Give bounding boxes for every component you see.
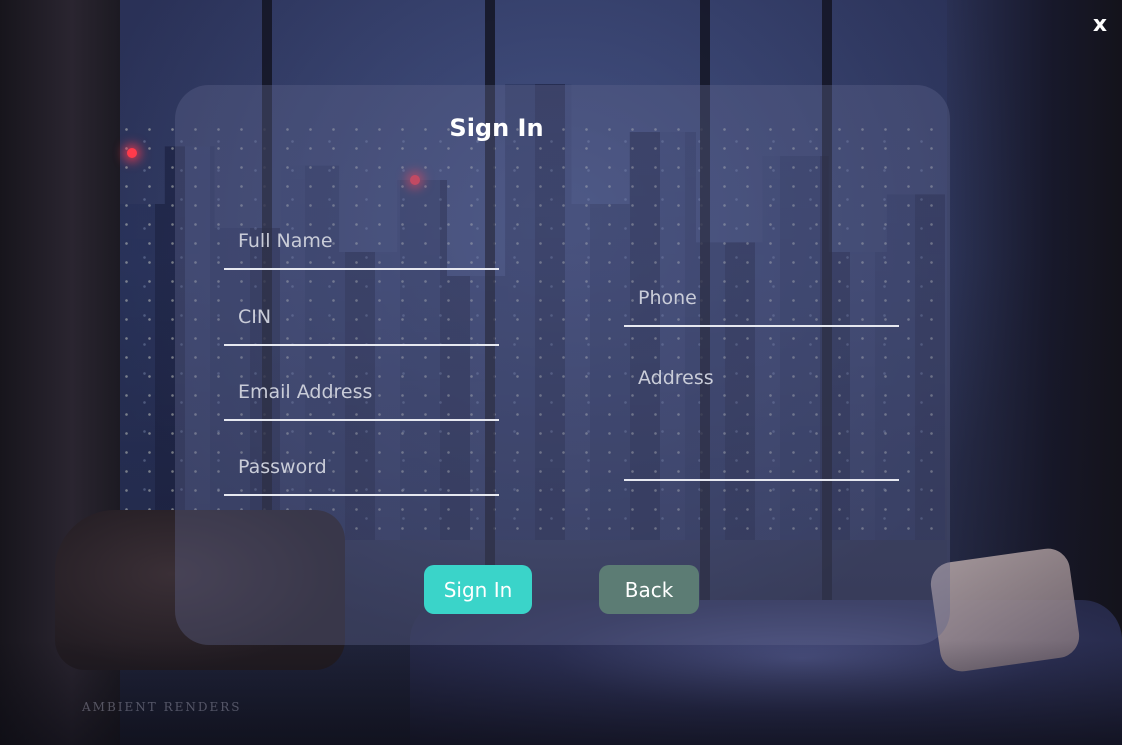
full-name-field[interactable]: Full Name [224,230,499,270]
email-field[interactable]: Email Address [224,381,499,421]
password-field[interactable]: Password [224,456,499,496]
phone-field[interactable]: Phone [624,287,899,327]
password-placeholder: Password [238,456,327,478]
email-placeholder: Email Address [238,381,373,403]
close-icon[interactable]: x [1090,12,1110,38]
background-scene: AMBIENT RENDERS x Sign In Full Name CIN … [0,0,1122,745]
address-placeholder: Address [638,367,714,389]
cin-field[interactable]: CIN [224,306,499,346]
page-title: Sign In [449,114,544,142]
sign-in-button[interactable]: Sign In [424,565,532,614]
address-field[interactable]: Address [624,367,899,481]
watermark: AMBIENT RENDERS [82,700,242,714]
sign-in-panel [175,85,950,645]
full-name-placeholder: Full Name [238,230,333,252]
red-light-icon [127,148,137,158]
back-button[interactable]: Back [599,565,699,614]
cin-placeholder: CIN [238,306,272,328]
floor-shadow [0,640,1122,745]
phone-placeholder: Phone [638,287,697,309]
